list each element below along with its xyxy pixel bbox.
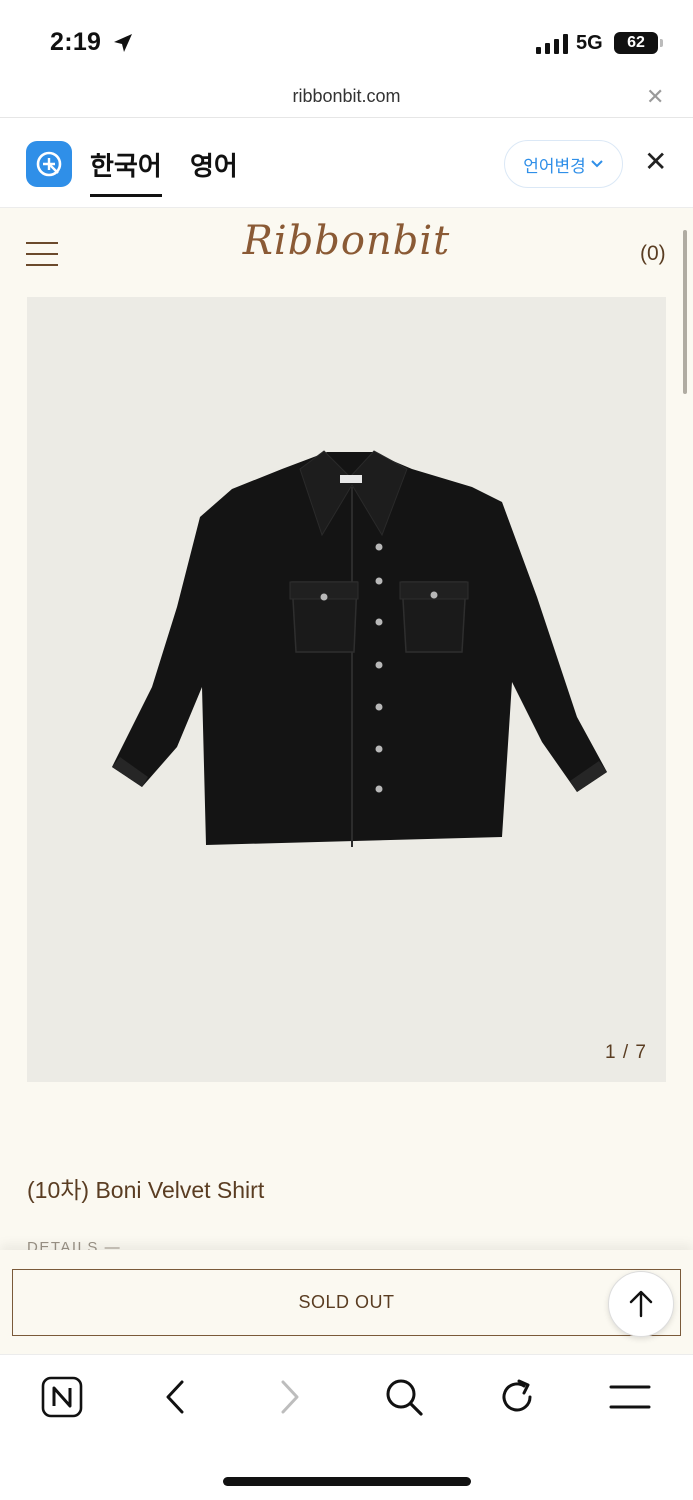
translate-logo-icon: [26, 141, 72, 187]
change-language-button[interactable]: 언어변경: [504, 140, 623, 188]
change-language-label: 언어변경: [523, 156, 586, 176]
purchase-bar: SOLD OUT: [0, 1250, 693, 1354]
search-icon[interactable]: [382, 1375, 426, 1419]
site-content: Ribbonbit (0) 1 / 7 (10차) Boni Velvet Sh…: [0, 208, 693, 1250]
arrow-up-icon: [629, 1290, 653, 1318]
url-close-icon[interactable]: ✕: [646, 86, 664, 108]
status-time: 2:19: [50, 28, 102, 56]
battery-icon: 62: [614, 32, 663, 54]
product-image-carousel[interactable]: 1 / 7: [27, 297, 666, 1082]
back-icon[interactable]: [153, 1375, 197, 1419]
tab-korean[interactable]: 한국어: [90, 146, 162, 197]
url-bar[interactable]: ribbonbit.com ✕: [0, 80, 693, 118]
naver-home-icon[interactable]: [40, 1375, 84, 1419]
translate-close-icon[interactable]: ✕: [644, 148, 667, 176]
sold-out-label: SOLD OUT: [298, 1292, 395, 1312]
location-arrow-icon: [114, 34, 132, 52]
product-photo-shirt: [112, 450, 607, 847]
page-scrollbar[interactable]: [683, 230, 687, 394]
forward-icon[interactable]: [268, 1375, 312, 1419]
details-toggle[interactable]: DETAILS —: [27, 1239, 121, 1250]
image-counter: 1 / 7: [605, 1042, 647, 1063]
translate-bar: 한국어 영어 언어변경 ✕: [0, 118, 693, 208]
status-bar: 2:19 5G 62: [0, 0, 693, 80]
chevron-down-icon: [591, 160, 603, 168]
menu-icon[interactable]: [608, 1375, 652, 1419]
sold-out-button[interactable]: SOLD OUT: [12, 1269, 681, 1336]
product-title: (10차) Boni Velvet Shirt: [27, 1177, 265, 1203]
url-domain[interactable]: ribbonbit.com: [0, 86, 693, 107]
cellular-signal-icon: [536, 34, 568, 54]
network-label: 5G: [576, 32, 603, 54]
cart-count[interactable]: (0): [640, 242, 666, 266]
tab-english[interactable]: 영어: [190, 146, 238, 183]
home-indicator[interactable]: [223, 1477, 471, 1486]
battery-level: 62: [627, 34, 645, 51]
browser-toolbar: [0, 1354, 693, 1500]
scroll-to-top-button[interactable]: [608, 1271, 674, 1337]
refresh-icon[interactable]: [495, 1375, 539, 1419]
site-logo[interactable]: Ribbonbit: [0, 218, 693, 264]
